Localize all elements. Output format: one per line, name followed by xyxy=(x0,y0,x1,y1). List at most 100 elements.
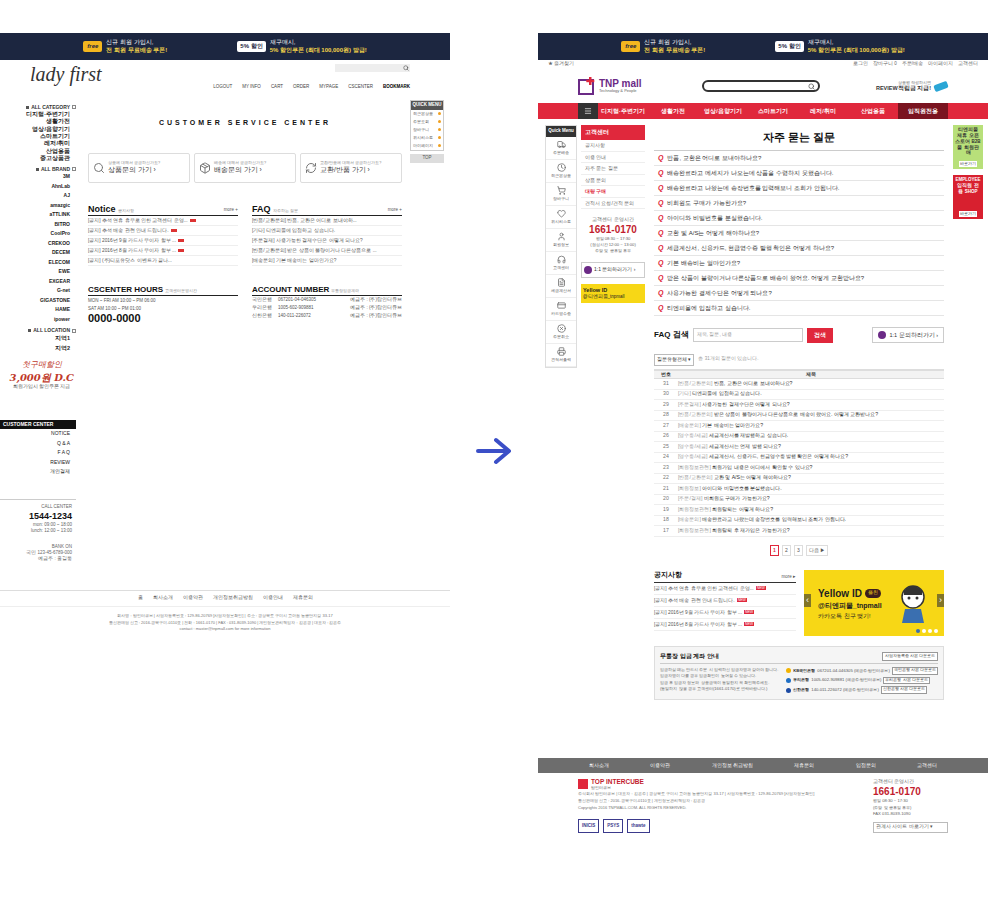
faq-search-input[interactable]: 제목, 질문, 내용 xyxy=(693,328,803,342)
nav-item[interactable]: CSCENTER xyxy=(348,84,373,91)
more-link[interactable]: more + xyxy=(224,207,238,214)
nav-item[interactable]: 레저/취미 xyxy=(798,103,848,119)
quick-menu-item[interactable]: 장바구니 xyxy=(546,183,576,206)
notice-item[interactable]: [공지] 2016년 9월 카드사 무이자 할부 ... xyxy=(88,236,238,246)
footer-link[interactable]: 홈 xyxy=(138,595,143,602)
slide-dot[interactable] xyxy=(922,629,926,633)
top-faq-item[interactable]: Q비회원도 구매가 가능한가요? xyxy=(654,196,944,211)
side-banner[interactable]: 티엔피몰 제휴 오픈스토어 B2B몰 회원판매바로가기 xyxy=(953,125,983,169)
footer-link[interactable]: 개인정보취급방침 xyxy=(213,595,253,602)
nav-item[interactable]: 영상/음향기기 xyxy=(698,103,748,119)
search-icon[interactable] xyxy=(403,65,409,71)
next-arrow[interactable]: › xyxy=(937,594,944,607)
table-row[interactable]: 19[회원정보관련] 회원탈퇴는 어떻게 하나요? xyxy=(654,505,944,516)
free-shipping-promo[interactable]: free신규 회원 가입시,전 회원 무료배송 쿠폰! xyxy=(83,39,167,53)
notice-item[interactable]: [공지] 추석 연휴 휴무로 인한 고객센터 운영... xyxy=(88,216,238,226)
promo-banner[interactable]: free신규 회원 가입시,전 회원 무료배송 쿠폰!5% 할인재구매시,5% … xyxy=(538,33,988,60)
table-row[interactable]: 22[반품/교환문의] 교환 및 A/S는 어떻게 해야하나요? xyxy=(654,474,944,485)
brand-item[interactable]: ELECOM xyxy=(49,258,76,268)
toggle-icon[interactable] xyxy=(72,329,76,333)
yellow-id-box[interactable]: Yellow ID@티엔피몰_tnpmall xyxy=(581,284,645,303)
table-row[interactable]: 26[영수증/세금] 세금계산서를 재발행하고 싶습니다. xyxy=(654,432,944,443)
nav-item[interactable]: 임직원전용 xyxy=(898,103,948,119)
first-purchase-promo[interactable]: 첫구매할인3,000원 D.C회원가입시 할인쿠폰 지급 xyxy=(9,360,76,390)
top-faq-item[interactable]: Q사용가능한 결제수단은 어떻게 되나요? xyxy=(654,286,944,301)
table-row[interactable]: 18[배송문의] 배송완료라고 나왔는데 송장번호를 입력해보니 조회가 안됩니… xyxy=(654,516,944,527)
util-link[interactable]: 장바구니 0 xyxy=(873,61,897,68)
brand-item[interactable]: GIGASTONE xyxy=(40,296,76,306)
quick-menu-item[interactable]: 고객센터 xyxy=(546,252,576,275)
nav-item[interactable]: CART xyxy=(271,84,283,91)
category-item[interactable]: 중고상품관 xyxy=(40,155,76,162)
category-item[interactable]: 영상/음향기기 xyxy=(32,126,76,133)
cs-sidebar-item[interactable]: 상품 문의 xyxy=(581,175,645,187)
cs-sidebar-item[interactable]: 이용 안내 xyxy=(581,152,645,164)
brand-item[interactable]: CoolPro xyxy=(51,229,76,239)
brand-item[interactable]: AhnLab xyxy=(51,182,76,192)
category-item[interactable]: 레저/취미 xyxy=(44,140,76,147)
discount-promo[interactable]: 5% 할인재구매시,5% 할인쿠폰 (최대 100,000원) 발급! xyxy=(775,39,904,53)
cs-sidebar-item[interactable]: 대량 구매 xyxy=(581,186,645,198)
footer-link[interactable]: 회사소개 xyxy=(589,762,609,770)
customer-center-item[interactable]: REVIEW xyxy=(50,458,76,468)
download-button[interactable]: 사업자등록증 사본 다운로드 xyxy=(882,652,938,660)
brand-item[interactable]: AJ xyxy=(64,191,76,201)
category-select[interactable]: 질문유형전체 ▾ xyxy=(654,354,694,366)
table-row[interactable]: 27[배송문의] 기본 배송비는 얼마인가요? xyxy=(654,421,944,432)
notice-item[interactable]: [공지] 추석 배송 관련 안내 드립니다.NEW xyxy=(654,595,796,607)
download-button[interactable]: 신한은행 사본 다운로드 xyxy=(881,686,927,694)
shortcut-button[interactable]: 상품에 대해서 궁금하신가요?상품문의 가기 › xyxy=(88,153,190,183)
promo-banner[interactable]: free신규 회원 가입시,전 회원 무료배송 쿠폰!5% 할인재구매시,5% … xyxy=(0,33,450,60)
quick-menu-item[interactable]: 주문조회 xyxy=(411,118,443,126)
footer-link[interactable]: 제휴문의 xyxy=(293,595,313,602)
quick-menu-item[interactable]: 최근본상품 xyxy=(411,110,443,118)
more-link[interactable]: more ▸ xyxy=(781,574,796,581)
quick-menu-item[interactable]: 최근본상품 xyxy=(546,160,576,183)
customer-center-item[interactable]: Q & A xyxy=(57,439,76,449)
search-button[interactable]: 검색 xyxy=(807,328,833,343)
nav-item[interactable]: ORDER xyxy=(293,84,309,91)
nav-item[interactable]: MYPAGE xyxy=(319,84,338,91)
footer-link[interactable]: 이용약관 xyxy=(183,595,203,602)
brand-item[interactable]: HAME xyxy=(55,305,76,315)
prev-arrow[interactable]: ‹ xyxy=(804,594,811,607)
slide-dot[interactable] xyxy=(928,629,932,633)
top-faq-item[interactable]: Q받은 상품이 불량이거나 다른상품으로 배송이 왔어요. 어떻게 교환받나요? xyxy=(654,271,944,286)
customer-center-item[interactable]: NOTICE xyxy=(51,429,76,439)
brand-item[interactable]: EXGEAR xyxy=(49,277,76,287)
table-row[interactable]: 28[반품/교환문의] 받은 상품이 불량이거나 다른상품으로 배송이 왔어요.… xyxy=(654,411,944,422)
faq-item[interactable]: [배송문의] 기본 배송비는 얼마인가요? xyxy=(252,256,402,266)
nav-item[interactable]: 산업용품 xyxy=(848,103,898,119)
top-faq-item[interactable]: Q반품, 교환은 어디로 보내야하나요? xyxy=(654,151,944,166)
top-faq-item[interactable]: Q기본 배송비는 얼마인가요? xyxy=(654,256,944,271)
cs-sidebar-item[interactable]: 견적서 요청/견적 문의 xyxy=(581,198,645,210)
footer-link[interactable]: 회사소개 xyxy=(153,595,173,602)
category-item[interactable]: 산업용품 xyxy=(46,148,76,155)
cs-sidebar-item[interactable]: 공지사항 xyxy=(581,140,645,152)
bookmark-link[interactable]: ★ 즐겨찾기 xyxy=(548,61,574,68)
top-button[interactable]: TOP xyxy=(410,154,444,163)
notice-item[interactable]: [공지] 추석 연휴 휴무로 인한 고객센터 운영...NEW xyxy=(654,583,796,595)
table-row[interactable]: 17[회원정보관련] 회원탈퇴 후 재가입은 가능한가요? xyxy=(654,526,944,537)
faq-item[interactable]: [반품/교환문의] 받은 상품이 불량이거나 다른상품으로 ... xyxy=(252,246,402,256)
nav-item[interactable]: 생활가전 xyxy=(648,103,698,119)
nav-item[interactable]: LOGOUT xyxy=(213,84,232,91)
util-link[interactable]: 고객센터 xyxy=(958,61,978,68)
page-button[interactable]: 3 xyxy=(794,545,803,557)
notice-item[interactable]: [공지] 2016년 8월 카드사 무이자 할부 ... xyxy=(88,246,238,256)
quick-menu-item[interactable]: 세금계산서 xyxy=(546,275,576,298)
notice-item[interactable]: [공지] 2016년 9월 카드사 무이자 할부 ...NEW xyxy=(654,607,796,619)
notice-item[interactable]: [공지] (주)티포유닷스 이벤트가 끝나... xyxy=(88,256,238,266)
cert-badge[interactable]: PSYS xyxy=(603,819,623,834)
quick-menu-item[interactable]: 마이페이지 xyxy=(411,142,443,150)
faq-item[interactable]: [반품/교환문의] 반품, 교환은 어디로 보내야하... xyxy=(252,216,402,226)
nav-item[interactable]: MY INFO xyxy=(242,84,261,91)
site-logo[interactable]: lady first xyxy=(30,64,102,84)
quick-menu-item[interactable]: 장바구니 xyxy=(411,126,443,134)
table-row[interactable]: 21[회원정보] 아이디와 비밀번호를 분실했습니다. xyxy=(654,484,944,495)
footer-link[interactable]: 입점문의 xyxy=(856,762,876,770)
cert-badge[interactable]: thawte xyxy=(627,819,649,834)
brand-item[interactable]: ipower xyxy=(54,315,76,325)
notice-item[interactable]: [공지] 2016년 8월 카드사 무이자 할부 ...NEW xyxy=(654,619,796,631)
cert-badge[interactable]: INICIS xyxy=(578,819,599,834)
